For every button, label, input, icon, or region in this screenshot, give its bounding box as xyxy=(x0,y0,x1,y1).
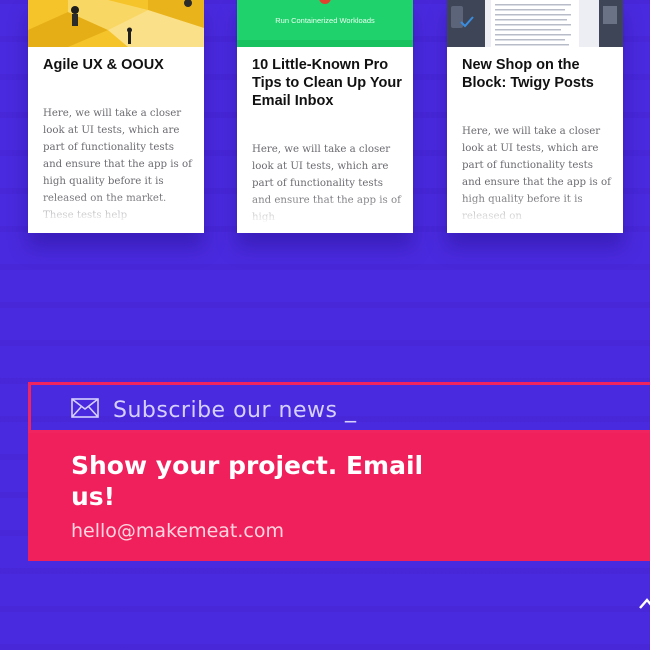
card-title[interactable]: Agile UX & OOUX xyxy=(43,56,193,74)
contact-email-link[interactable]: hello@makemeat.com xyxy=(71,520,284,542)
blog-card-twigy-posts[interactable]: New Shop on the Block: Twigy Posts Here,… xyxy=(447,0,623,233)
card-title[interactable]: 10 Little-Known Pro Tips to Clean Up You… xyxy=(252,56,402,110)
card-fade xyxy=(447,195,623,233)
card-fade xyxy=(28,195,204,233)
illustration-image: Run Containerized Workloads xyxy=(237,0,413,47)
card-fade xyxy=(237,195,413,233)
document-preview-image xyxy=(447,0,623,47)
card-thumbnail[interactable]: Run Containerized Workloads xyxy=(237,0,413,47)
contact-panel: Show your project. Email us! hello@makem… xyxy=(28,433,650,561)
contact-headline: Show your project. Email us! xyxy=(71,451,424,511)
illustration-image xyxy=(28,0,204,47)
subscribe-label[interactable]: Subscribe our news _ xyxy=(113,398,356,423)
card-title[interactable]: New Shop on the Block: Twigy Posts xyxy=(462,56,612,92)
scroll-to-top-icon[interactable] xyxy=(638,596,650,615)
envelope-icon xyxy=(71,398,99,423)
blog-card-email-tips[interactable]: Run Containerized Workloads 10 Little-Kn… xyxy=(237,0,413,233)
blog-card-agile-ux[interactable]: Agile UX & OOUX Here, we will take a clo… xyxy=(28,0,204,233)
subscribe-newsletter-field[interactable]: Subscribe our news _ xyxy=(28,382,650,433)
card-thumbnail[interactable] xyxy=(28,0,204,47)
thumb-caption: Run Containerized Workloads xyxy=(275,16,375,25)
card-thumbnail[interactable] xyxy=(447,0,623,47)
